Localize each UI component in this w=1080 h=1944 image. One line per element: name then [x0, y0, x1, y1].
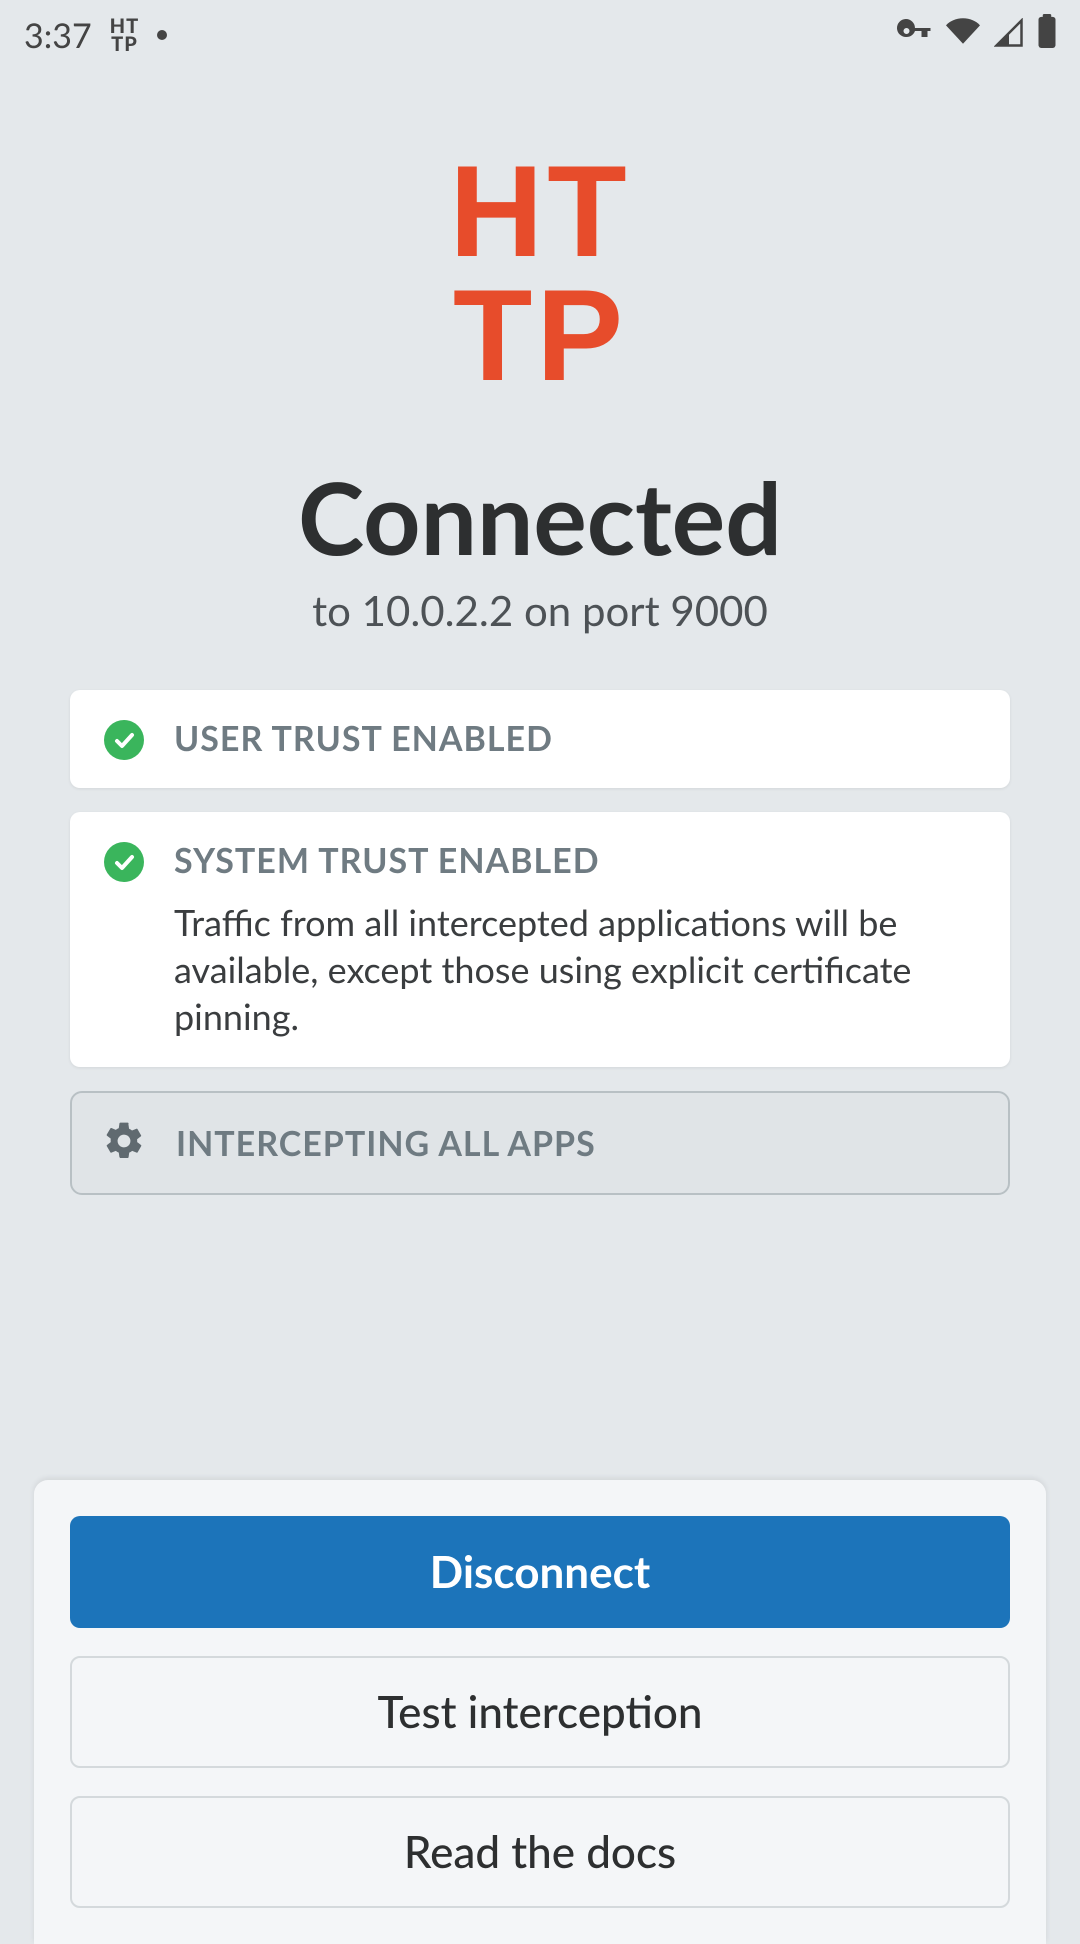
test-interception-button[interactable]: Test interception	[70, 1656, 1010, 1768]
intercepting-apps-label: INTERCEPTING ALL APPS	[176, 1123, 596, 1164]
battery-full-icon	[1038, 14, 1056, 56]
status-cards: USER TRUST ENABLED SYSTEM TRUST ENABLED …	[0, 635, 1080, 1067]
gear-icon	[102, 1119, 146, 1167]
intercepting-apps-row[interactable]: INTERCEPTING ALL APPS	[70, 1091, 1010, 1195]
user-trust-title: USER TRUST ENABLED	[174, 718, 976, 759]
status-bar-left: 3:37 HT TP	[24, 15, 167, 56]
status-time: 3:37	[24, 15, 92, 56]
system-trust-description: Traffic from all intercepted application…	[174, 899, 976, 1039]
disconnect-button[interactable]: Disconnect	[70, 1516, 1010, 1628]
action-sheet: Disconnect Test interception Read the do…	[34, 1480, 1046, 1944]
notification-dot-icon	[157, 30, 167, 40]
status-app-badge: HT TP	[110, 17, 140, 53]
app-logo: HT TP	[0, 150, 1080, 397]
vpn-key-icon	[896, 13, 932, 57]
wifi-icon	[946, 14, 980, 56]
check-circle-icon	[104, 842, 144, 882]
cell-signal-icon	[994, 15, 1024, 56]
read-docs-button[interactable]: Read the docs	[70, 1796, 1010, 1908]
page-subtitle: to 10.0.2.2 on port 9000	[0, 585, 1080, 635]
check-circle-icon	[104, 720, 144, 760]
logo-line-2: TP	[0, 274, 1080, 398]
status-app-badge-bottom: TP	[110, 35, 140, 53]
status-bar-right	[896, 13, 1056, 57]
system-trust-body: SYSTEM TRUST ENABLED Traffic from all in…	[174, 840, 976, 1039]
system-trust-card: SYSTEM TRUST ENABLED Traffic from all in…	[70, 812, 1010, 1067]
status-bar: 3:37 HT TP	[0, 0, 1080, 70]
user-trust-card: USER TRUST ENABLED	[70, 690, 1010, 788]
logo-line-1: HT	[0, 150, 1080, 274]
user-trust-body: USER TRUST ENABLED	[174, 718, 976, 760]
system-trust-title: SYSTEM TRUST ENABLED	[174, 840, 976, 881]
page-title: Connected	[0, 457, 1080, 577]
